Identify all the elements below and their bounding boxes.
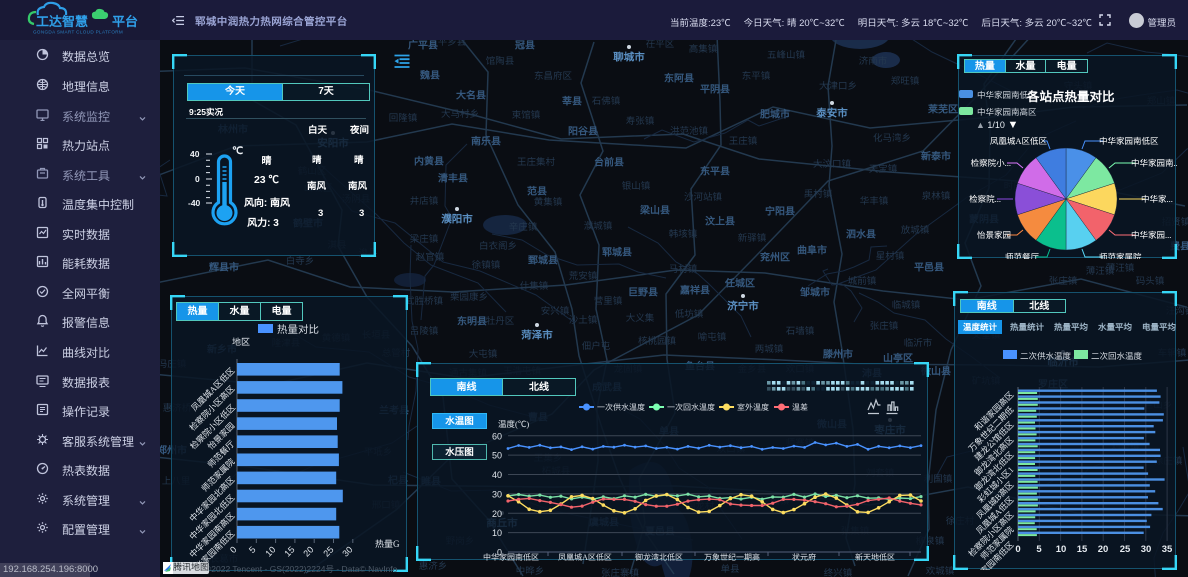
svg-text:30: 30 bbox=[1141, 544, 1152, 555]
svg-text:-40: -40 bbox=[188, 198, 201, 208]
svg-text:怡景家园: 怡景家园 bbox=[977, 229, 1011, 241]
svg-text:检察院小...: 检察院小... bbox=[971, 157, 1011, 169]
svg-text:10: 10 bbox=[492, 528, 502, 538]
svg-text:40: 40 bbox=[190, 149, 200, 159]
svg-text:中华家园南低区: 中华家园南低区 bbox=[1099, 135, 1159, 147]
svg-text:10: 10 bbox=[263, 544, 277, 558]
svg-text:温度(℃): 温度(℃) bbox=[498, 418, 529, 430]
svg-text:30: 30 bbox=[492, 489, 502, 499]
svg-text:20: 20 bbox=[301, 544, 315, 558]
svg-text:20: 20 bbox=[1098, 544, 1109, 555]
svg-text:0: 0 bbox=[195, 174, 200, 184]
svg-text:御龙湾北低区: 御龙湾北低区 bbox=[635, 552, 683, 561]
svg-text:万象世纪一期高: 万象世纪一期高 bbox=[704, 552, 760, 561]
svg-text:状元府: 状元府 bbox=[792, 552, 816, 561]
svg-text:50: 50 bbox=[492, 451, 502, 461]
svg-text:20: 20 bbox=[492, 509, 502, 519]
svg-text:凤凰城A区低区: 凤凰城A区低区 bbox=[558, 552, 612, 561]
svg-text:中华家园南低区: 中华家园南低区 bbox=[483, 552, 539, 561]
svg-text:师范家属院: 师范家属院 bbox=[1099, 251, 1142, 259]
svg-text:平台: 平台 bbox=[112, 11, 138, 30]
svg-text:师范餐厅: 师范餐厅 bbox=[1005, 251, 1040, 259]
svg-text:60: 60 bbox=[492, 431, 502, 441]
svg-text:一次回水温度: 一次回水温度 bbox=[667, 402, 715, 413]
svg-text:GONGDA SMART CLOUD PLATFORM: GONGDA SMART CLOUD PLATFORM bbox=[33, 30, 123, 35]
svg-text:检察院...: 检察院... bbox=[969, 193, 1001, 205]
svg-text:工达智慧: 工达智慧 bbox=[36, 11, 88, 30]
svg-text:0: 0 bbox=[228, 544, 239, 555]
svg-text:30: 30 bbox=[340, 544, 354, 558]
svg-text:中华家...: 中华家... bbox=[1141, 193, 1173, 205]
svg-text:新天地低区: 新天地低区 bbox=[855, 552, 895, 561]
svg-text:15: 15 bbox=[1077, 544, 1088, 555]
svg-text:25: 25 bbox=[1120, 544, 1131, 555]
svg-text:凤凰城A区低区: 凤凰城A区低区 bbox=[990, 135, 1048, 147]
svg-text:℃: ℃ bbox=[232, 146, 243, 157]
svg-text:35: 35 bbox=[1162, 544, 1173, 555]
svg-text:0: 0 bbox=[1015, 544, 1020, 555]
svg-text:室外温度: 室外温度 bbox=[737, 402, 769, 413]
svg-text:地区: 地区 bbox=[232, 335, 250, 348]
svg-text:中华家园...: 中华家园... bbox=[1131, 229, 1171, 241]
svg-text:15: 15 bbox=[282, 544, 296, 558]
svg-text:40: 40 bbox=[492, 470, 502, 480]
svg-text:10: 10 bbox=[1056, 544, 1067, 555]
svg-text:中华家园南...: 中华家园南... bbox=[1131, 157, 1177, 169]
svg-text:5: 5 bbox=[247, 544, 258, 555]
svg-text:热量G: 热量G bbox=[375, 537, 400, 550]
svg-text:温差: 温差 bbox=[792, 402, 808, 413]
svg-text:一次供水温度: 一次供水温度 bbox=[597, 402, 645, 413]
svg-text:25: 25 bbox=[321, 544, 335, 558]
svg-text:5: 5 bbox=[1036, 544, 1042, 555]
